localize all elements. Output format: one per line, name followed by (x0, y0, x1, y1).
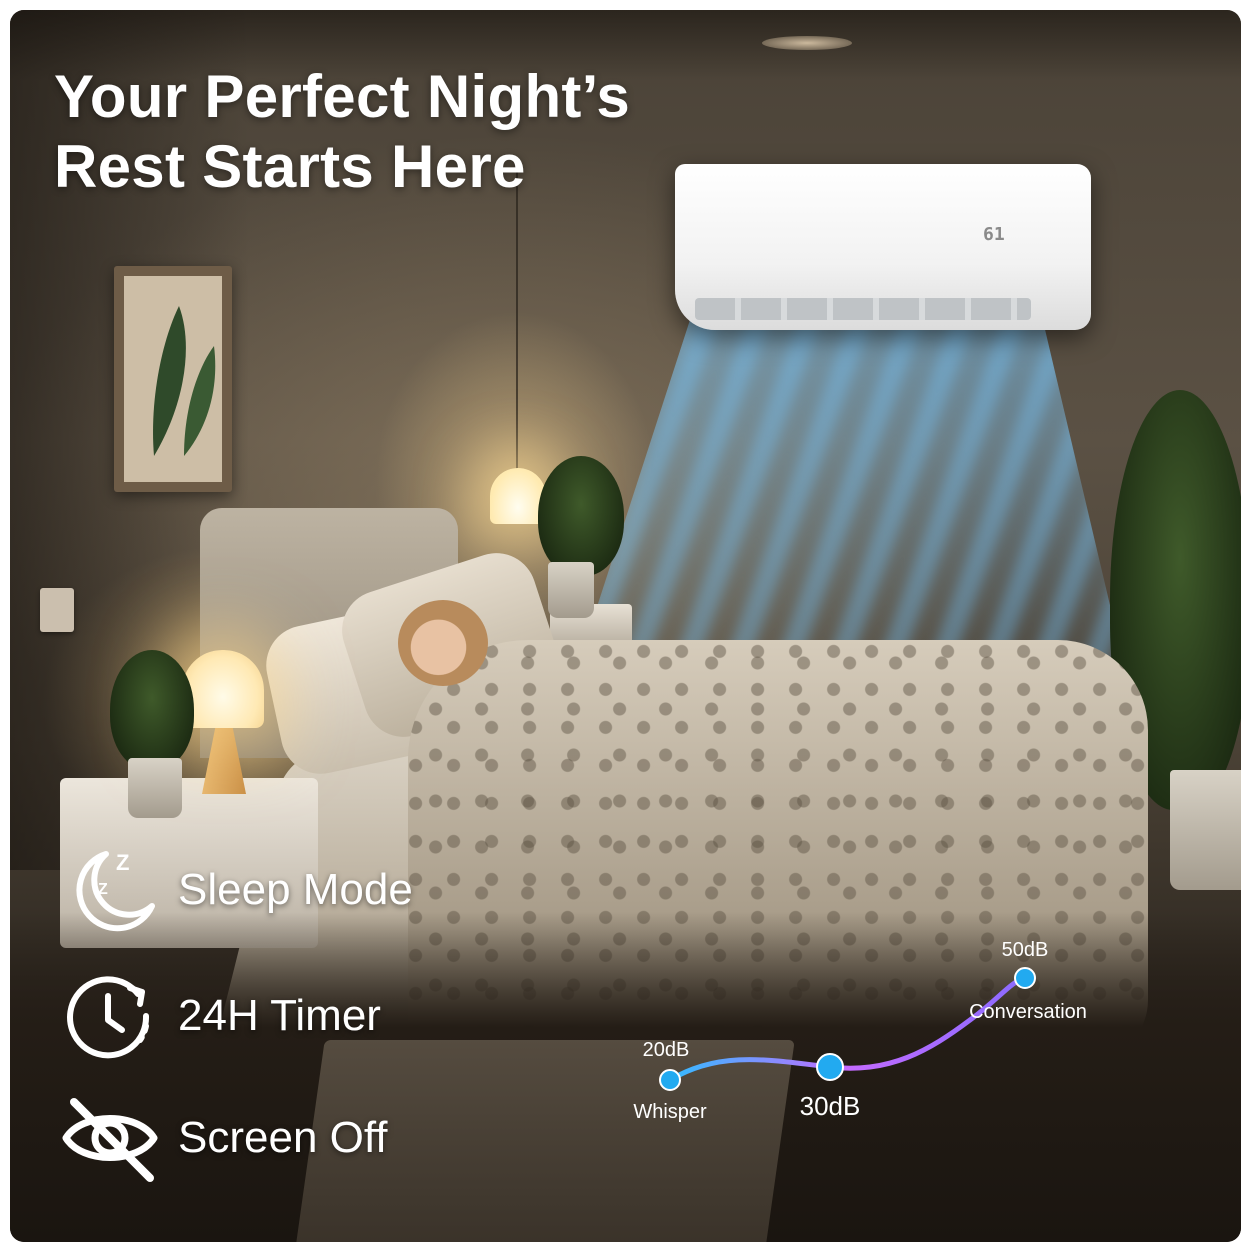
eye-off-icon (60, 1088, 160, 1188)
feature-screen-off: Screen Off (60, 1088, 388, 1188)
headline: Your Perfect Night’s Rest Starts Here (54, 62, 630, 202)
moon-sleep-icon: Z Z (60, 840, 160, 940)
ceiling-light (762, 36, 852, 50)
ac-vent (695, 298, 1031, 320)
noise-dot-50db (1014, 967, 1036, 989)
feature-sleep-mode: Z Z Sleep Mode (60, 840, 413, 940)
noise-curve (667, 975, 1028, 1083)
headline-line-1: Your Perfect Night’s (54, 63, 631, 130)
noise-label-whisper: Whisper (633, 1101, 707, 1123)
noise-value-20db: 20dB (643, 1039, 690, 1061)
light-switch (40, 588, 74, 632)
noise-value-50db: 50dB (1002, 939, 1049, 961)
table-lamp (182, 650, 264, 728)
wall-picture-frame (114, 266, 232, 492)
plant-left-pot (128, 758, 182, 818)
ac-temperature-display: 61 (983, 224, 1005, 245)
leaf-artwork (153, 306, 216, 456)
tall-plant-pot (1170, 770, 1241, 890)
feature-label: 24H Timer (178, 991, 381, 1040)
noise-level-chart: 20dB Whisper 30dB 50dB Conversation (633, 939, 1087, 1123)
feature-label: Screen Off (178, 1113, 388, 1162)
pendant-cord (516, 160, 518, 470)
plant-left (110, 650, 194, 770)
feature-label: Sleep Mode (178, 865, 413, 914)
noise-label-conversation: Conversation (969, 1001, 1087, 1023)
plant-right (538, 456, 624, 576)
svg-text:Z: Z (116, 850, 129, 875)
timer-clock-icon (60, 966, 160, 1066)
plant-right-pot (548, 562, 594, 618)
headline-line-2: Rest Starts Here (54, 133, 526, 200)
svg-text:Z: Z (98, 881, 108, 898)
cool-airflow (570, 310, 1130, 690)
noise-dot-30db (816, 1053, 844, 1081)
noise-value-30db: 30dB (800, 1091, 861, 1121)
air-conditioner-unit: 61 (675, 164, 1091, 330)
sleeping-woman (398, 600, 488, 686)
noise-dot-20db (659, 1069, 681, 1091)
feature-timer: 24H Timer (60, 966, 381, 1066)
